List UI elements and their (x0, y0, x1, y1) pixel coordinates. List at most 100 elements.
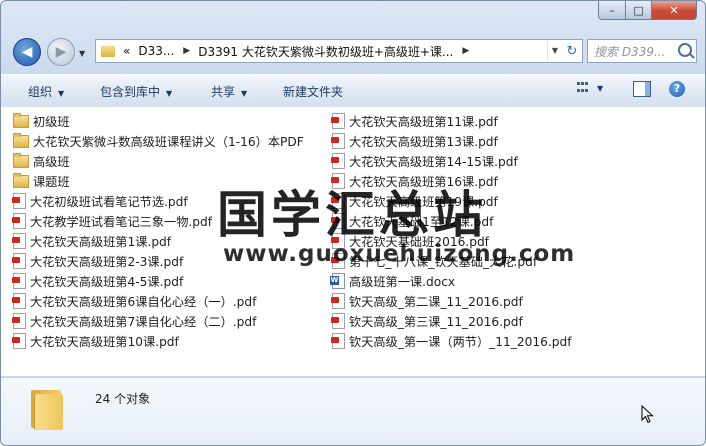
recent-pages-dropdown[interactable]: ▼ (79, 49, 85, 58)
pdf-file-icon (12, 313, 26, 329)
view-list-icon (577, 82, 591, 94)
folder-icon (13, 132, 29, 148)
preview-pane-icon[interactable] (633, 81, 651, 97)
word-document-icon (330, 273, 345, 289)
navigation-bar: ◀ ▶ ▼ « D33... ▶ D3391 大花钦天紫微斗数初级班+高级班+课… (1, 35, 705, 67)
file-name: 高级班第一课.docx (349, 275, 456, 289)
pdf-file-icon (331, 153, 345, 169)
pdf-file-icon (12, 273, 26, 289)
change-view-button[interactable]: ▼ (577, 82, 603, 94)
file-name: 大花钦天高级班第10课.pdf (30, 335, 179, 349)
refresh-icon[interactable]: ↻ (562, 44, 582, 59)
pdf-file-icon (12, 233, 26, 249)
file-name: 钦天高级_第三课_11_2016.pdf (349, 315, 523, 329)
large-folder-icon (31, 386, 63, 430)
file-name: 大花钦天高级班第7课自化心经（二）.pdf (30, 315, 257, 329)
explorer-window: – □ ✕ ◀ ▶ ▼ « D33... ▶ D3391 大花钦天紫微斗数初级班… (0, 0, 706, 446)
address-bar[interactable]: « D33... ▶ D3391 大花钦天紫微斗数初级班+高级班+课... ▶ … (95, 39, 583, 63)
file-name: 大花钦天高级班第14-15课.pdf (349, 155, 518, 169)
minimize-button[interactable]: – (598, 1, 626, 20)
pdf-file-icon (12, 253, 26, 269)
folder-icon (13, 112, 29, 128)
arrow-left-icon: ◀ (21, 44, 33, 60)
search-input[interactable]: 搜索 D339... (594, 43, 665, 60)
pdf-file-icon (12, 333, 26, 349)
file-name: 大花钦天高级班第6课自化心经（一）.pdf (30, 295, 257, 309)
breadcrumb-chevron-icon[interactable]: ▶ (183, 46, 190, 56)
file-name: 大花钦天高级班第13课.pdf (349, 135, 498, 149)
file-name: 初级班 (33, 115, 70, 129)
address-dropdown-icon[interactable]: ▼ (547, 41, 562, 61)
new-folder-label: 新建文件夹 (283, 85, 344, 99)
share-button[interactable]: 共享 ▼ (211, 83, 247, 100)
file-name: 大花教学班试看笔记三象一物.pdf (30, 215, 213, 229)
search-box[interactable]: 搜索 D339... (587, 39, 697, 63)
pdf-file-icon (331, 313, 345, 329)
details-pane: 24 个对象 (1, 377, 705, 445)
pdf-file-icon (12, 193, 26, 209)
folder-icon (101, 45, 115, 57)
breadcrumb-overflow[interactable]: « (123, 44, 130, 58)
caption-buttons: – □ ✕ (598, 1, 697, 20)
folder-icon (13, 172, 29, 188)
file-name: 钦天高级_第一课（两节）_11_2016.pdf (349, 335, 572, 349)
file-name: 大花初级班试看笔记节选.pdf (30, 195, 188, 209)
watermark-text: 国学汇总站 (217, 186, 487, 244)
pdf-file-icon (331, 113, 345, 129)
close-button[interactable]: ✕ (652, 1, 697, 20)
organize-label: 组织 (28, 85, 53, 99)
list-item[interactable]: 大花钦天高级班第13课.pdf (331, 131, 572, 151)
pdf-file-icon (331, 293, 345, 309)
list-item[interactable]: 大花钦天高级班第14-15课.pdf (331, 151, 572, 171)
pdf-file-icon (331, 133, 345, 149)
help-icon[interactable]: ? (669, 81, 685, 97)
pdf-file-icon (12, 213, 26, 229)
list-item[interactable]: 钦天高级_第二课_11_2016.pdf (331, 291, 572, 311)
file-name: 大花钦天高级班第2-3课.pdf (30, 255, 184, 269)
pdf-file-icon (12, 293, 26, 309)
minimize-icon: – (609, 3, 615, 17)
mouse-cursor-icon (641, 405, 654, 424)
organize-button[interactable]: 组织 ▼ (28, 83, 64, 100)
list-item[interactable]: 大花钦天紫微斗数高级班课程讲义（1-16）本PDF (13, 131, 304, 151)
back-button[interactable]: ◀ (13, 38, 41, 66)
forward-button[interactable]: ▶ (47, 38, 75, 66)
list-item[interactable]: 高级班第一课.docx (330, 271, 572, 291)
file-name: 大花钦天高级班第1课.pdf (30, 235, 172, 249)
include-in-library-button[interactable]: 包含到库中 ▼ (100, 83, 172, 100)
file-name: 大花钦天高级班第4-5课.pdf (30, 275, 184, 289)
file-name: 高级班 (33, 155, 70, 169)
maximize-button[interactable]: □ (626, 1, 652, 20)
breadcrumb-item-current[interactable]: D3391 大花钦天紫微斗数初级班+高级班+课... (198, 43, 453, 60)
list-item[interactable]: 钦天高级_第三课_11_2016.pdf (331, 311, 572, 331)
chevron-down-icon: ▼ (597, 83, 604, 93)
command-bar: 组织 ▼ 包含到库中 ▼ 共享 ▼ 新建文件夹 ▼ ? (1, 74, 705, 108)
folder-icon (13, 152, 29, 168)
file-name: 大花钦天紫微斗数高级班课程讲义（1-16）本PDF (33, 135, 304, 149)
list-item[interactable]: 大花钦天高级班第4-5课.pdf (12, 271, 304, 291)
chevron-down-icon: ▼ (241, 89, 248, 98)
chevron-down-icon: ▼ (58, 89, 65, 98)
list-item[interactable]: 大花钦天高级班第7课自化心经（二）.pdf (12, 311, 304, 331)
list-item[interactable]: 大花钦天高级班第6课自化心经（一）.pdf (12, 291, 304, 311)
maximize-icon: □ (633, 3, 644, 17)
file-name: 大花钦天高级班第11课.pdf (349, 115, 498, 129)
item-count: 24 个对象 (95, 392, 151, 406)
list-item[interactable]: 高级班 (13, 151, 304, 171)
list-item[interactable]: 初级班 (13, 111, 304, 131)
chevron-down-icon: ▼ (166, 89, 173, 98)
pdf-file-icon (331, 333, 345, 349)
file-name: 钦天高级_第二课_11_2016.pdf (349, 295, 523, 309)
list-item[interactable]: 大花钦天高级班第10课.pdf (12, 331, 304, 351)
arrow-right-icon: ▶ (55, 44, 67, 60)
close-icon: ✕ (669, 3, 679, 17)
file-name: 课题班 (33, 175, 70, 189)
include-in-library-label: 包含到库中 (100, 85, 161, 99)
breadcrumb-item[interactable]: D33... (138, 44, 174, 58)
new-folder-button[interactable]: 新建文件夹 (283, 83, 343, 100)
list-item[interactable]: 大花钦天高级班第11课.pdf (331, 111, 572, 131)
breadcrumb-chevron-icon[interactable]: ▶ (462, 46, 469, 56)
list-item[interactable]: 钦天高级_第一课（两节）_11_2016.pdf (331, 331, 572, 351)
search-icon[interactable] (678, 43, 692, 57)
share-label: 共享 (211, 85, 236, 99)
